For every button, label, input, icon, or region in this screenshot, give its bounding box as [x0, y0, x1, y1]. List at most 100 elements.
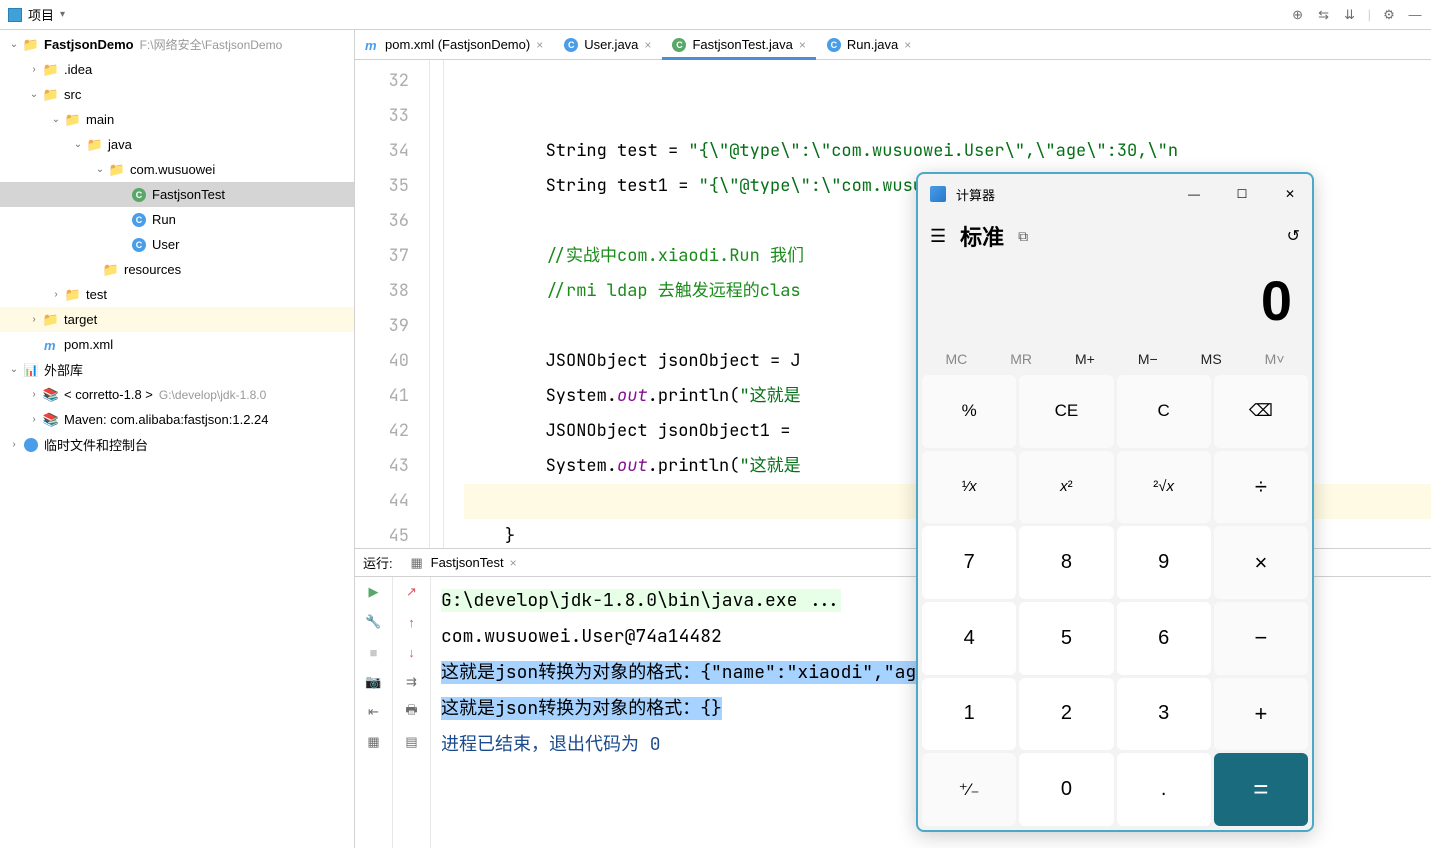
btn-percent[interactable]: %: [922, 375, 1016, 448]
tree-scratch[interactable]: › 临时文件和控制台: [0, 432, 354, 457]
btn-divide[interactable]: ÷: [1214, 451, 1308, 524]
layout-icon[interactable]: ▦: [365, 733, 383, 751]
class-icon: C: [672, 38, 686, 52]
wrap-icon[interactable]: ⇉: [403, 673, 421, 691]
tab-run[interactable]: C Run.java ×: [817, 30, 922, 59]
up-icon[interactable]: ↑: [403, 613, 421, 631]
camera-icon[interactable]: 📷: [365, 673, 383, 691]
collapse-icon[interactable]: ⇊: [1342, 7, 1358, 23]
btn-8[interactable]: 8: [1019, 526, 1113, 599]
hamburger-icon[interactable]: ☰: [930, 226, 946, 247]
tree-target[interactable]: › 📁 target: [0, 307, 354, 332]
maven-icon: m: [365, 38, 379, 52]
calc-keypad: % CE C ⌫ ¹⁄x x² ²√x ÷ 7 8 9 × 4 5 6 − 1 …: [918, 371, 1312, 830]
tree-idea[interactable]: › 📁 .idea: [0, 57, 354, 82]
console-line: 这就是json转换为对象的格式：{}: [441, 697, 722, 720]
close-icon[interactable]: ×: [799, 38, 806, 52]
exit-icon[interactable]: ⇤: [365, 703, 383, 721]
scroll-icon[interactable]: ⇆: [1316, 7, 1332, 23]
btn-inverse[interactable]: ¹⁄x: [922, 451, 1016, 524]
tree-extlib[interactable]: ⌄ 外部库: [0, 357, 354, 382]
btn-square[interactable]: x²: [1019, 451, 1113, 524]
play-icon[interactable]: ▶: [365, 583, 383, 601]
btn-ce[interactable]: CE: [1019, 375, 1113, 448]
tab-fastjson[interactable]: C FastjsonTest.java ×: [662, 30, 816, 59]
tree-main[interactable]: ⌄ 📁 main: [0, 107, 354, 132]
btn-0[interactable]: 0: [1019, 753, 1113, 826]
tree-root[interactable]: ⌄ 📁 FastjsonDemo F:\网络安全\FastjsonDemo: [0, 32, 354, 57]
btn-multiply[interactable]: ×: [1214, 526, 1308, 599]
run-tab-label[interactable]: FastjsonTest: [431, 555, 504, 570]
btn-2[interactable]: 2: [1019, 678, 1113, 751]
calc-titlebar[interactable]: 计算器 — ☐ ✕: [918, 174, 1312, 214]
btn-backspace[interactable]: ⌫: [1214, 375, 1308, 448]
pin-icon[interactable]: ⧉: [1018, 228, 1028, 245]
run-tools-primary: ▶ 🔧 ■ 📷 ⇤ ▦: [355, 577, 393, 848]
btn-5[interactable]: 5: [1019, 602, 1113, 675]
btn-equals[interactable]: =: [1214, 753, 1308, 826]
tab-pom[interactable]: m pom.xml (FastjsonDemo) ×: [355, 30, 554, 59]
minimize-icon[interactable]: —: [1407, 7, 1423, 23]
console-cmd: G:\develop\jdk-1.8.0\bin\java.exe ...: [441, 589, 841, 612]
btn-c[interactable]: C: [1117, 375, 1211, 448]
stop-icon[interactable]: ■: [365, 643, 383, 661]
maximize-button[interactable]: ☐: [1232, 184, 1252, 204]
tree-user[interactable]: C User: [0, 232, 354, 257]
tree-package[interactable]: ⌄ 📁 com.wusuowei: [0, 157, 354, 182]
gear-icon[interactable]: ⚙: [1381, 7, 1397, 23]
btn-plusminus[interactable]: ⁺⁄₋: [922, 753, 1016, 826]
wrench-icon[interactable]: 🔧: [365, 613, 383, 631]
tree-maven[interactable]: › 📚 Maven: com.alibaba:fastjson:1.2.24: [0, 407, 354, 432]
project-dropdown-icon[interactable]: ▾: [60, 9, 65, 20]
tree-run[interactable]: C Run: [0, 207, 354, 232]
class-icon: C: [564, 38, 578, 52]
fold-gutter: [430, 60, 444, 548]
close-icon[interactable]: ×: [904, 38, 911, 52]
tree-root-label: FastjsonDemo: [44, 37, 134, 52]
run-tools-secondary: ↗ ↑ ↓ ⇉ 🖶 ▤: [393, 577, 431, 848]
target-icon[interactable]: ⊕: [1290, 7, 1306, 23]
arrow-up-icon[interactable]: ↗: [403, 583, 421, 601]
calculator-window[interactable]: 计算器 — ☐ ✕ ☰ 标准 ⧉ ↺ 0 MC MR M+ M− MS M˅ %…: [916, 172, 1314, 832]
btn-3[interactable]: 3: [1117, 678, 1211, 751]
mem-mplus[interactable]: M+: [1075, 351, 1095, 367]
console-line: 这就是json转换为对象的格式：{"name":"xiaodi","age":3…: [441, 661, 981, 684]
tree-fastjsontest[interactable]: C FastjsonTest: [0, 182, 354, 207]
project-label[interactable]: 项目: [28, 5, 54, 24]
tree-corretto[interactable]: › 📚 < corretto-1.8 > G:\develop\jdk-1.8.…: [0, 382, 354, 407]
print-icon[interactable]: 🖶: [403, 703, 421, 721]
close-icon[interactable]: ×: [644, 38, 651, 52]
calc-display: 0: [918, 258, 1312, 347]
btn-9[interactable]: 9: [1117, 526, 1211, 599]
history-icon[interactable]: ↺: [1287, 226, 1300, 246]
down-icon[interactable]: ↓: [403, 643, 421, 661]
tab-user[interactable]: C User.java ×: [554, 30, 662, 59]
tree-resources[interactable]: 📁 resources: [0, 257, 354, 282]
close-button[interactable]: ✕: [1280, 184, 1300, 204]
close-icon[interactable]: ×: [536, 38, 543, 52]
tree-root-path: F:\网络安全\FastjsonDemo: [140, 36, 283, 53]
filter-icon[interactable]: ▤: [403, 733, 421, 751]
btn-subtract[interactable]: −: [1214, 602, 1308, 675]
btn-add[interactable]: +: [1214, 678, 1308, 751]
mem-mminus[interactable]: M−: [1138, 351, 1158, 367]
btn-1[interactable]: 1: [922, 678, 1016, 751]
mem-ms[interactable]: MS: [1201, 351, 1222, 367]
mem-mr[interactable]: MR: [1010, 351, 1032, 367]
calc-mode-label: 标准: [960, 220, 1004, 252]
mem-mc[interactable]: MC: [945, 351, 967, 367]
tree-src[interactable]: ⌄ 📁 src: [0, 82, 354, 107]
tree-pom[interactable]: m pom.xml: [0, 332, 354, 357]
btn-4[interactable]: 4: [922, 602, 1016, 675]
close-icon[interactable]: ×: [510, 556, 517, 570]
project-icon: [8, 8, 22, 22]
btn-dot[interactable]: .: [1117, 753, 1211, 826]
btn-6[interactable]: 6: [1117, 602, 1211, 675]
mem-mv[interactable]: M˅: [1265, 351, 1285, 367]
project-tree: ⌄ 📁 FastjsonDemo F:\网络安全\FastjsonDemo › …: [0, 30, 355, 848]
tree-test[interactable]: › 📁 test: [0, 282, 354, 307]
btn-sqrt[interactable]: ²√x: [1117, 451, 1211, 524]
tree-java[interactable]: ⌄ 📁 java: [0, 132, 354, 157]
minimize-button[interactable]: —: [1184, 184, 1204, 204]
btn-7[interactable]: 7: [922, 526, 1016, 599]
